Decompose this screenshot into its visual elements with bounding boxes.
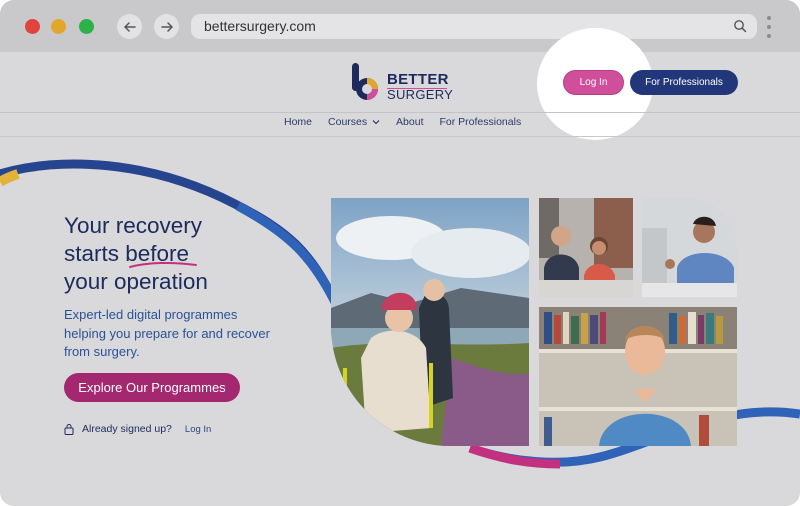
before-underline <box>129 261 197 268</box>
nav-item-courses-label: Courses <box>328 116 368 128</box>
nav-item-courses[interactable]: Courses <box>328 116 380 132</box>
url-text: bettersurgery.com <box>204 18 316 34</box>
signed-up-login-link[interactable]: Log In <box>185 424 211 435</box>
hero-subtitle: Expert-led digital programmes helping yo… <box>64 307 270 359</box>
signed-up-row: Already signed up? Log In <box>64 420 211 438</box>
arrow-right-icon <box>160 21 173 32</box>
nav-item-home[interactable]: Home <box>284 116 312 132</box>
signed-up-text: Already signed up? <box>82 423 172 435</box>
hero-heading-line1: Your recovery <box>64 213 202 238</box>
for-professionals-button[interactable]: For Professionals <box>630 70 738 95</box>
explore-programmes-button[interactable]: Explore Our Programmes <box>64 373 240 402</box>
header-divider <box>0 112 800 113</box>
nav-item-about[interactable]: About <box>396 116 423 132</box>
maximize-window-button[interactable] <box>79 19 94 34</box>
hero-heading-line3: your operation <box>64 269 208 294</box>
doctor-talking-photo <box>642 198 737 297</box>
minimize-window-button[interactable] <box>51 19 66 34</box>
logo-line2: SURGERY <box>387 87 454 102</box>
forward-button[interactable] <box>154 14 179 39</box>
logo-line1: BETTER <box>387 71 449 88</box>
close-window-button[interactable] <box>25 19 40 34</box>
lock-icon <box>64 424 74 435</box>
consultation-photo <box>539 198 633 297</box>
main-nav: Home Courses About For Professionals <box>284 116 521 132</box>
login-button[interactable]: Log In <box>563 70 624 95</box>
browser-window: bettersurgery.com BETTER SURGERY Log In … <box>0 0 800 506</box>
back-button[interactable] <box>117 14 142 39</box>
web-page: BETTER SURGERY Log In For Professionals … <box>0 28 800 506</box>
hikers-photo <box>331 198 529 446</box>
chevron-down-icon <box>372 120 380 125</box>
nav-divider <box>0 136 800 137</box>
logo-mark-icon <box>352 63 378 100</box>
nav-item-for-professionals[interactable]: For Professionals <box>440 116 522 132</box>
specialist-photo <box>539 307 737 446</box>
better-surgery-logo[interactable]: BETTER SURGERY <box>352 62 454 106</box>
hero-heading-starts: starts <box>64 241 126 266</box>
browser-menu-button[interactable] <box>766 16 772 38</box>
address-bar[interactable]: bettersurgery.com <box>191 14 757 39</box>
arrow-left-icon <box>123 21 136 32</box>
hero-heading: Your recovery starts before your operati… <box>64 212 208 296</box>
browser-toolbar: bettersurgery.com <box>0 0 800 52</box>
search-icon[interactable] <box>733 19 747 33</box>
